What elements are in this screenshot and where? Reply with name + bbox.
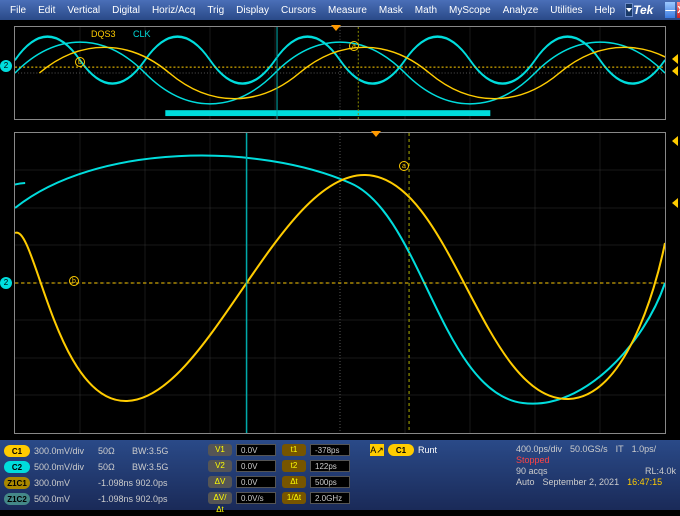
c2-imp: 50Ω [98,462,128,472]
brand-label: Tek [633,3,663,17]
z1c2-badge: Z1C2 [4,493,30,505]
z1c1-scale: 300.0mV [34,478,94,488]
ch-row-c2[interactable]: C2 500.0mV/div 50Ω BW:3.5G [4,460,188,474]
meas-t1-v: -378ps [310,444,350,456]
menu-cursors[interactable]: Cursors [275,5,322,16]
toolbar-dropdown-icon[interactable] [625,3,633,17]
overview-plot[interactable]: DQS3 CLK b a [14,26,666,120]
meas-dv-k: ΔV [208,476,232,488]
meas-v1-v: 0.0V [236,444,276,456]
meas-t2-v: 122ps [310,460,350,472]
c2-bw: BW:3.5G [132,462,176,472]
overview-ch1-label: DQS3 [91,29,116,39]
main-svg [15,133,665,433]
meas-dvdt-k: ΔV/Δt [208,492,232,504]
timebase-mode: IT [616,444,624,454]
timebase-rate: 50.0GS/s [570,444,608,454]
measurements-panel: V1 0.0V V2 0.0V ΔV 0.0V ΔV/Δt 0.0V/s t1 -378p… [208,444,350,506]
cursor-b-tag-overview[interactable]: b [75,57,85,67]
acq-count: 90 acqs [516,466,548,476]
meas-t1-k: t1 [282,444,306,456]
ov-right-arrow-1 [672,54,678,64]
acq-time: 16:47:15 [627,477,662,487]
meas-v2-v: 0.0V [236,460,276,472]
menu-digital[interactable]: Digital [106,5,146,16]
ch-row-c1[interactable]: C1 300.0mV/div 50Ω BW:3.5G [4,444,188,458]
main-right-arrow-2 [672,198,678,208]
menu-analyze[interactable]: Analyze [497,5,545,16]
trigger-source: C1 [388,444,414,456]
meas-dv-v: 0.0V [236,476,276,488]
trigger-slope-icon: A↗ [370,444,384,456]
c2-scale: 500.0mV/div [34,462,94,472]
trigger-t-marker [331,25,341,31]
menu-bar: File Edit Vertical Digital Horiz/Acq Tri… [0,0,680,20]
z1c2-scale: 500.0mV [34,494,94,504]
cursor-b-tag-main[interactable]: b [69,276,79,286]
meas-v1-k: V1 [208,444,232,456]
ch2-ground-marker[interactable]: 2 [0,60,12,72]
menu-edit[interactable]: Edit [32,5,61,16]
menu-horiz-acq[interactable]: Horiz/Acq [146,5,201,16]
z1c1-badge: Z1C1 [4,477,30,489]
meas-dvdt-v: 0.0V/s [236,492,276,504]
meas-dt-v: 500ps [310,476,350,488]
ch-row-z1c2[interactable]: Z1C2 500.0mV -1.098ns 902.0ps [4,492,188,506]
meas-dt-k: Δt [282,476,306,488]
minimize-button[interactable]: — [665,2,675,18]
z1c2-pos: -1.098ns 902.0ps [98,494,188,504]
acq-rl: RL:4.0k [645,466,676,476]
main-plot[interactable]: b a [14,132,666,434]
c1-badge: C1 [4,445,30,457]
status-bar: C1 300.0mV/div 50Ω BW:3.5G C2 500.0mV/di… [0,440,680,510]
ch-row-z1c1[interactable]: Z1C1 300.0mV -1.098ns 902.0ps [4,476,188,490]
acq-date: September 2, 2021 [543,477,620,487]
menu-help[interactable]: Help [589,5,622,16]
meas-1dt-k: 1/Δt [282,492,306,504]
meas-t2-k: t2 [282,460,306,472]
c1-imp: 50Ω [98,446,128,456]
c2-badge: C2 [4,461,30,473]
scope-area: DQS3 CLK b a 2 b a [0,20,680,440]
menu-measure[interactable]: Measure [322,5,373,16]
main-right-arrow-1 [672,136,678,146]
cursor-a-tag-main[interactable]: a [399,161,409,171]
timebase-scale: 400.0ps/div [516,444,562,454]
menu-mask[interactable]: Mask [373,5,409,16]
overview-svg [15,27,665,119]
ch2-ground-marker-main[interactable]: 2 [0,277,12,289]
main-trigger-marker [371,131,381,137]
menu-utilities[interactable]: Utilities [544,5,588,16]
meas-v2-k: V2 [208,460,232,472]
c1-bw: BW:3.5G [132,446,176,456]
menu-math[interactable]: Math [409,5,443,16]
acq-state: Stopped [516,455,550,465]
menu-vertical[interactable]: Vertical [61,5,106,16]
status-panel: 400.0ps/div 50.0GS/s IT 1.0ps/ Stopped 9… [516,444,676,506]
c1-scale: 300.0mV/div [34,446,94,456]
menu-trig[interactable]: Trig [201,5,230,16]
trigger-panel[interactable]: A↗ C1 Runt [370,444,437,506]
menu-myscope[interactable]: MyScope [443,5,497,16]
channel-panel: C1 300.0mV/div 50Ω BW:3.5G C2 500.0mV/di… [4,444,188,506]
z1c1-pos: -1.098ns 902.0ps [98,478,188,488]
menu-file[interactable]: File [4,5,32,16]
timebase-interp: 1.0ps/ [632,444,657,454]
ov-right-arrow-2 [672,66,678,76]
trigger-type: Runt [418,445,437,455]
meas-1dt-v: 2.0GHz [310,492,350,504]
overview-ch2-label: CLK [133,29,151,39]
menu-display[interactable]: Display [230,5,275,16]
acq-mode: Auto [516,477,535,487]
cursor-a-tag-overview[interactable]: a [349,41,359,51]
